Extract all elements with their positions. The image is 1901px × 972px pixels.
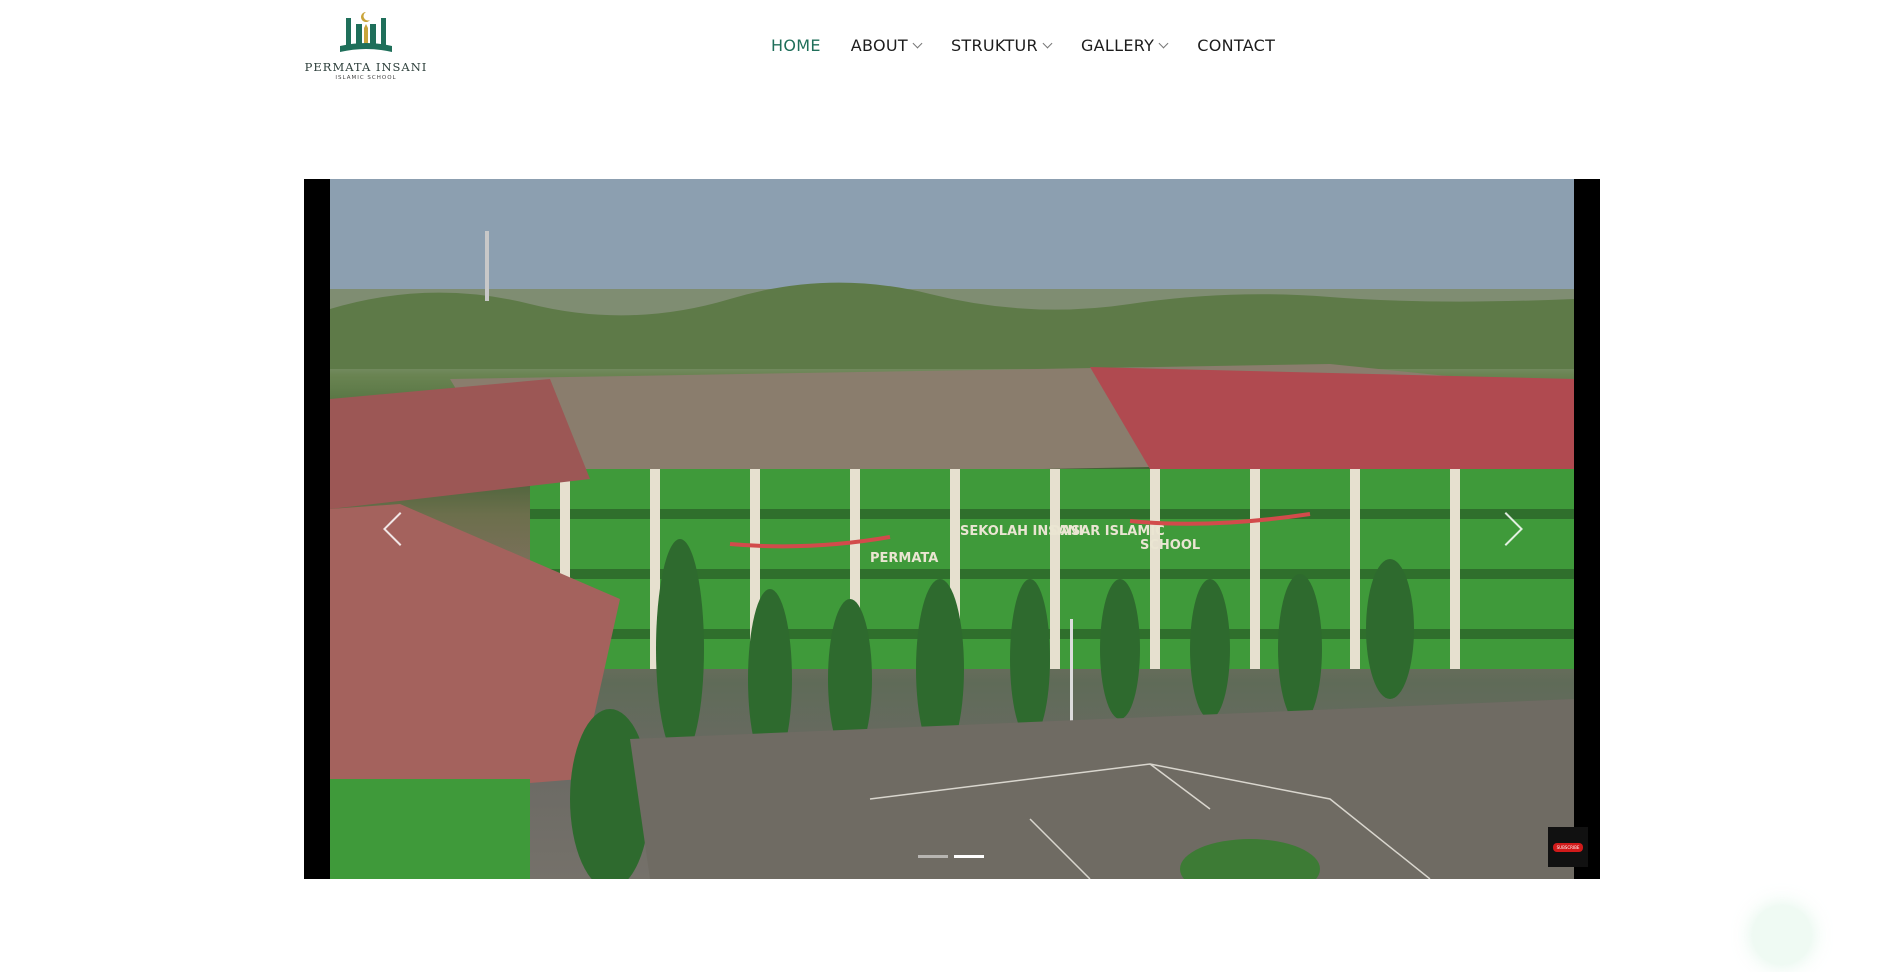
school-building-photo: PERMATA SEKOLAH INSANI DASAR ISLAMIC SCH… [330,179,1574,879]
subscribe-label: SUBSCRIBE [1552,842,1584,852]
nav-item-contact[interactable]: CONTACT [1197,36,1275,55]
nav-item-label: STRUKTUR [950,36,1038,55]
brand-name: PERMATA INSANI [304,60,428,74]
main-nav: HOME ABOUT STRUKTUR GALLERY CONTACT [771,36,1305,55]
chat-widget-button[interactable] [1752,905,1812,965]
nav-item-label: HOME [771,36,821,55]
nav-item-home[interactable]: HOME [771,36,821,55]
chevron-down-icon [912,38,923,48]
slider-pagination [918,855,984,858]
site-header: PERMATA INSANI ISLAMIC SCHOOL HOME ABOUT… [0,0,1901,100]
school-building-illustration: PERMATA SEKOLAH INSANI DASAR ISLAMIC SCH… [330,179,1574,879]
logo-book-icon [340,12,392,52]
building-sign-permata: PERMATA [870,551,938,566]
hero-slider: PERMATA SEKOLAH INSANI DASAR ISLAMIC SCH… [304,179,1600,879]
chevron-down-icon [1042,38,1053,48]
nav-item-about[interactable]: ABOUT [850,36,923,55]
nav-item-gallery[interactable]: GALLERY [1080,36,1169,55]
nav-item-label: ABOUT [850,36,908,55]
slider-dot-1[interactable] [918,855,948,858]
building-sign-dasar: DASAR ISLAMIC [1050,524,1165,539]
nav-item-struktur[interactable]: STRUKTUR [950,36,1053,55]
nav-item-label: CONTACT [1197,36,1276,55]
site-logo[interactable]: PERMATA INSANI ISLAMIC SCHOOL [304,10,428,86]
brand-tagline: ISLAMIC SCHOOL [335,75,397,81]
video-subscribe-watermark[interactable]: SUBSCRIBE [1548,827,1588,867]
nav-item-label: GALLERY [1080,36,1155,55]
building-sign-school: SCHOOL [1140,538,1200,553]
slider-dot-2[interactable] [954,855,984,858]
chevron-down-icon [1158,38,1169,48]
